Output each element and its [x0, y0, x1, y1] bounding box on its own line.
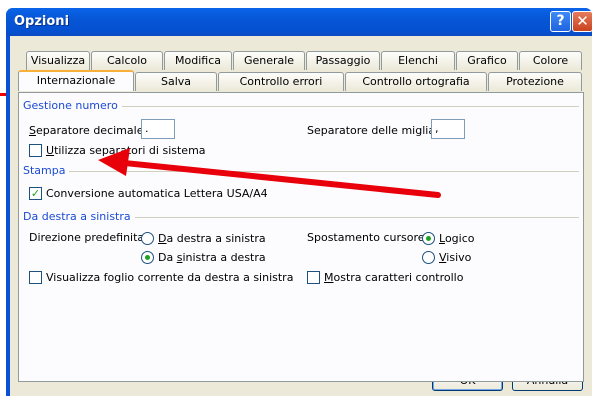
- tab-passaggio[interactable]: Passaggio: [306, 51, 380, 70]
- ltr-radio-label: Da sinistra a destra: [158, 251, 266, 264]
- show-control-chars-label: Mostra caratteri controllo: [324, 271, 464, 284]
- default-direction-label: Direzione predefinita:: [29, 231, 148, 244]
- thousands-separator-input[interactable]: ,: [431, 119, 465, 139]
- letter-a4-label: Conversione automatica Lettera USA/A4: [46, 187, 268, 200]
- group-heading-print: Stampa: [23, 164, 70, 177]
- system-separators-checkbox[interactable]: [29, 144, 42, 157]
- group-heading-number: Gestione numero: [23, 99, 122, 112]
- group-divider: [23, 171, 579, 172]
- options-dialog: Opzioni ? ✕ Visualizza Calcolo Modifica …: [6, 8, 592, 396]
- logical-radio-label: Logico: [439, 232, 475, 245]
- cursor-movement-label: Spostamento cursore:: [307, 231, 429, 244]
- show-control-chars-checkbox[interactable]: [307, 271, 320, 284]
- tab-calcolo[interactable]: Calcolo: [91, 51, 163, 70]
- tab-grafico[interactable]: Grafico: [456, 51, 518, 70]
- show-sheet-rtl-label: Visualizza foglio corrente da destra a s…: [46, 271, 294, 284]
- tab-controllo-ortografia[interactable]: Controllo ortografia: [345, 72, 487, 91]
- tab-salva[interactable]: Salva: [135, 72, 217, 91]
- dialog-title: Opzioni: [14, 14, 70, 29]
- dialog-client-area: Visualizza Calcolo Modifica Generale Pas…: [10, 36, 592, 396]
- tab-generale[interactable]: Generale: [233, 51, 305, 70]
- decimal-separator-input[interactable]: .: [141, 119, 175, 139]
- close-button[interactable]: ✕: [572, 11, 592, 32]
- system-separators-label: Utilizza separatori di sistema: [46, 144, 206, 157]
- tab-protezione[interactable]: Protezione: [488, 72, 582, 91]
- tab-colore[interactable]: Colore: [519, 51, 582, 70]
- ltr-radio[interactable]: [141, 251, 154, 264]
- thousands-separator-label: Separatore delle migliaia:: [307, 124, 449, 137]
- logical-radio[interactable]: [422, 232, 435, 245]
- tab-visualizza[interactable]: Visualizza: [26, 51, 90, 70]
- tab-elenchi[interactable]: Elenchi: [381, 51, 455, 70]
- show-sheet-rtl-checkbox[interactable]: [29, 271, 42, 284]
- tab-controllo-errori[interactable]: Controllo errori: [218, 72, 344, 91]
- rtl-radio[interactable]: [141, 232, 154, 245]
- decimal-separator-label: Separatore decimale:: [29, 124, 148, 137]
- tab-internazionale[interactable]: Internazionale: [18, 70, 134, 91]
- tab-panel-internazionale: Gestione numero Separatore decimale: . S…: [18, 92, 584, 382]
- group-heading-rtl: Da destra a sinistra: [23, 210, 135, 223]
- help-button[interactable]: ?: [550, 11, 571, 32]
- rtl-radio-label: Da destra a sinistra: [158, 232, 266, 245]
- visual-radio[interactable]: [422, 251, 435, 264]
- letter-a4-checkbox[interactable]: ✓: [29, 187, 42, 200]
- title-bar[interactable]: Opzioni ? ✕: [6, 8, 592, 36]
- visual-radio-label: Visivo: [439, 251, 472, 264]
- tab-modifica[interactable]: Modifica: [164, 51, 232, 70]
